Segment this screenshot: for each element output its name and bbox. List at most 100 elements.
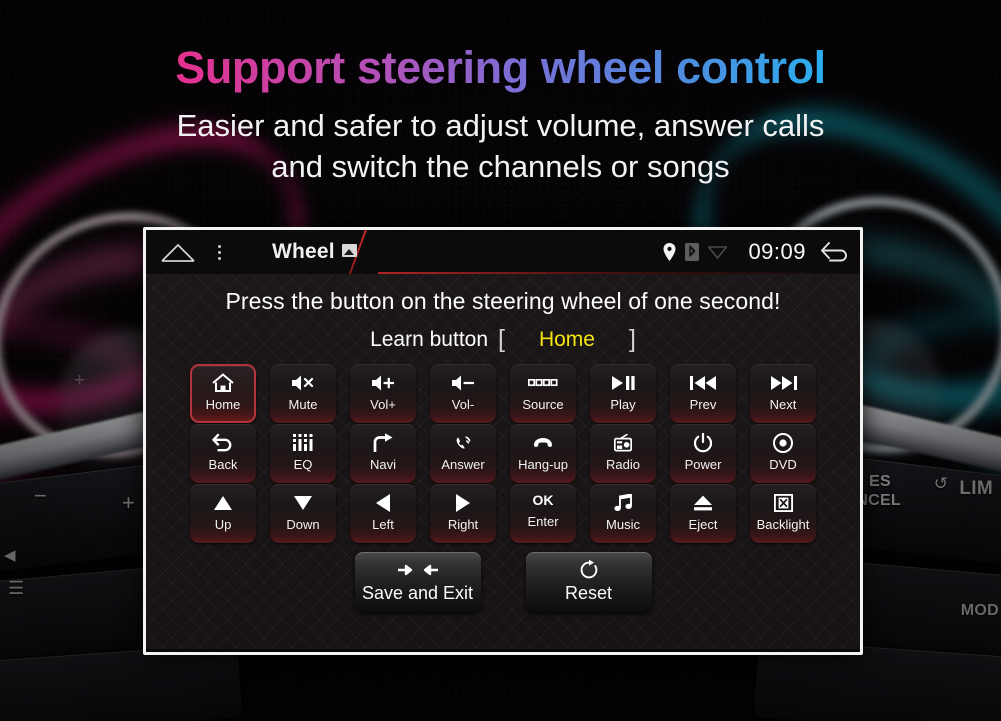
source-squares-icon bbox=[528, 371, 558, 394]
wheel-function-button-eq[interactable]: EQ bbox=[270, 424, 336, 483]
action-button-row: Save and Exit Reset bbox=[146, 552, 860, 612]
wheel-function-button-dvd[interactable]: DVD bbox=[750, 424, 816, 483]
more-vertical-icon[interactable] bbox=[213, 244, 225, 260]
power-icon bbox=[693, 431, 713, 454]
wheel-function-button-vol-[interactable]: Vol+ bbox=[350, 364, 416, 423]
volume-down-icon bbox=[450, 371, 476, 394]
wheel-function-button-back[interactable]: Back bbox=[190, 424, 256, 483]
learn-button-value: Home bbox=[538, 327, 595, 351]
status-icons: 09:09 bbox=[663, 239, 860, 265]
wheel-function-button-next[interactable]: Next bbox=[750, 364, 816, 423]
backlight-x-icon bbox=[773, 491, 793, 514]
button-label: Up bbox=[214, 517, 232, 532]
arrows-inward-icon bbox=[395, 560, 441, 580]
speaker-mute-icon bbox=[290, 371, 316, 394]
wheel-function-button-music[interactable]: Music bbox=[590, 484, 656, 543]
home-outline-icon[interactable] bbox=[160, 241, 196, 263]
button-label: Prev bbox=[689, 397, 717, 412]
button-label: Source bbox=[522, 397, 564, 412]
triangle-right-icon bbox=[455, 491, 471, 514]
status-bar: Wheel 09:09 bbox=[146, 230, 860, 274]
button-label: Power bbox=[684, 457, 722, 472]
button-label: Mute bbox=[288, 397, 318, 412]
subtitle-line-2: and switch the channels or songs bbox=[271, 149, 730, 184]
bluetooth-icon bbox=[685, 243, 700, 261]
save-and-exit-label: Save and Exit bbox=[361, 583, 474, 603]
wheel-function-button-backlight[interactable]: Backlight bbox=[750, 484, 816, 543]
button-label: Answer bbox=[441, 457, 485, 472]
button-label: Vol+ bbox=[370, 397, 396, 412]
screen-title: Wheel bbox=[272, 240, 357, 264]
instruction-text: Press the button on the steering wheel o… bbox=[225, 288, 781, 314]
volume-up-icon bbox=[370, 371, 396, 394]
button-label: Next bbox=[769, 397, 797, 412]
save-and-exit-button[interactable]: Save and Exit bbox=[354, 552, 481, 612]
refresh-circle-icon bbox=[578, 559, 600, 580]
button-label: Hang-up bbox=[518, 457, 568, 472]
wheel-function-button-down[interactable]: Down bbox=[270, 484, 336, 543]
wheel-function-button-right[interactable]: Right bbox=[430, 484, 496, 543]
back-arrow-icon[interactable] bbox=[819, 241, 849, 263]
wheel-function-button-prev[interactable]: Prev bbox=[670, 364, 736, 423]
wheel-function-button-up[interactable]: Up bbox=[190, 484, 256, 543]
location-pin-icon bbox=[663, 243, 676, 261]
wheel-function-button-eject[interactable]: Eject bbox=[670, 484, 736, 543]
previous-track-icon bbox=[689, 371, 717, 394]
reset-button[interactable]: Reset bbox=[525, 552, 652, 612]
play-pause-icon bbox=[611, 371, 636, 394]
wheel-function-button-enter[interactable]: OK Enter bbox=[510, 484, 576, 543]
reset-label: Reset bbox=[564, 583, 613, 603]
clock-time: 09:09 bbox=[748, 239, 806, 264]
function-button-grid: Home Mute Vol+ Vol- Source Play Prev Next Back EQ… bbox=[146, 364, 860, 543]
button-label: Navi bbox=[369, 457, 396, 472]
home-icon bbox=[211, 371, 235, 394]
button-label: Home bbox=[205, 397, 241, 412]
wheel-function-button-home[interactable]: Home bbox=[190, 364, 256, 423]
radio-icon bbox=[614, 431, 632, 454]
learn-button-row: Learn button [ Home ] bbox=[146, 325, 860, 354]
button-label: DVD bbox=[769, 457, 797, 472]
wheel-function-button-vol-[interactable]: Vol- bbox=[430, 364, 496, 423]
wifi-icon bbox=[708, 245, 728, 259]
wheel-function-button-hang-up[interactable]: Hang-up bbox=[510, 424, 576, 483]
subtitle-line-1: Easier and safer to adjust volume, answe… bbox=[176, 108, 825, 143]
screen-body: Press the button on the steering wheel o… bbox=[146, 274, 860, 649]
button-label: Enter bbox=[527, 514, 559, 529]
equalizer-icon bbox=[293, 431, 313, 454]
wheel-function-button-navi[interactable]: Navi bbox=[350, 424, 416, 483]
bracket-close: ] bbox=[628, 325, 636, 353]
bracket-open: [ bbox=[498, 325, 505, 353]
button-label: Right bbox=[447, 517, 479, 532]
wheel-function-button-power[interactable]: Power bbox=[670, 424, 736, 483]
wheel-function-button-mute[interactable]: Mute bbox=[270, 364, 336, 423]
button-label: Radio bbox=[606, 457, 640, 472]
button-label: EQ bbox=[293, 457, 313, 472]
triangle-down-icon bbox=[293, 491, 313, 514]
disc-icon bbox=[773, 431, 793, 454]
wheel-function-button-answer[interactable]: Answer bbox=[430, 424, 496, 483]
ok-text-icon: OK bbox=[532, 491, 554, 508]
triangle-up-icon bbox=[213, 491, 233, 514]
button-label: Backlight bbox=[756, 517, 810, 532]
phone-answer-icon bbox=[455, 431, 472, 454]
wheel-function-button-left[interactable]: Left bbox=[350, 484, 416, 543]
music-note-icon bbox=[613, 491, 633, 514]
wheel-function-button-play[interactable]: Play bbox=[590, 364, 656, 423]
button-label: Back bbox=[208, 457, 238, 472]
head-unit-screen: Wheel 09:09 Press the button on the stee… bbox=[143, 227, 863, 655]
learn-button-label: Learn button bbox=[370, 327, 489, 351]
eject-icon bbox=[693, 491, 713, 514]
button-label: Down bbox=[286, 517, 320, 532]
picture-icon bbox=[341, 244, 357, 257]
button-label: Eject bbox=[688, 517, 718, 532]
turn-right-arrow-icon bbox=[373, 431, 394, 454]
page-subtitle: Easier and safer to adjust volume, answe… bbox=[0, 105, 1001, 187]
wheel-function-button-source[interactable]: Source bbox=[510, 364, 576, 423]
screen-title-text: Wheel bbox=[272, 240, 335, 263]
back-undo-icon bbox=[212, 431, 234, 454]
page-title: Support steering wheel control bbox=[0, 42, 1001, 94]
next-track-icon bbox=[770, 371, 797, 394]
wheel-function-button-radio[interactable]: Radio bbox=[590, 424, 656, 483]
button-label: Vol- bbox=[451, 397, 475, 412]
button-label: Play bbox=[610, 397, 636, 412]
